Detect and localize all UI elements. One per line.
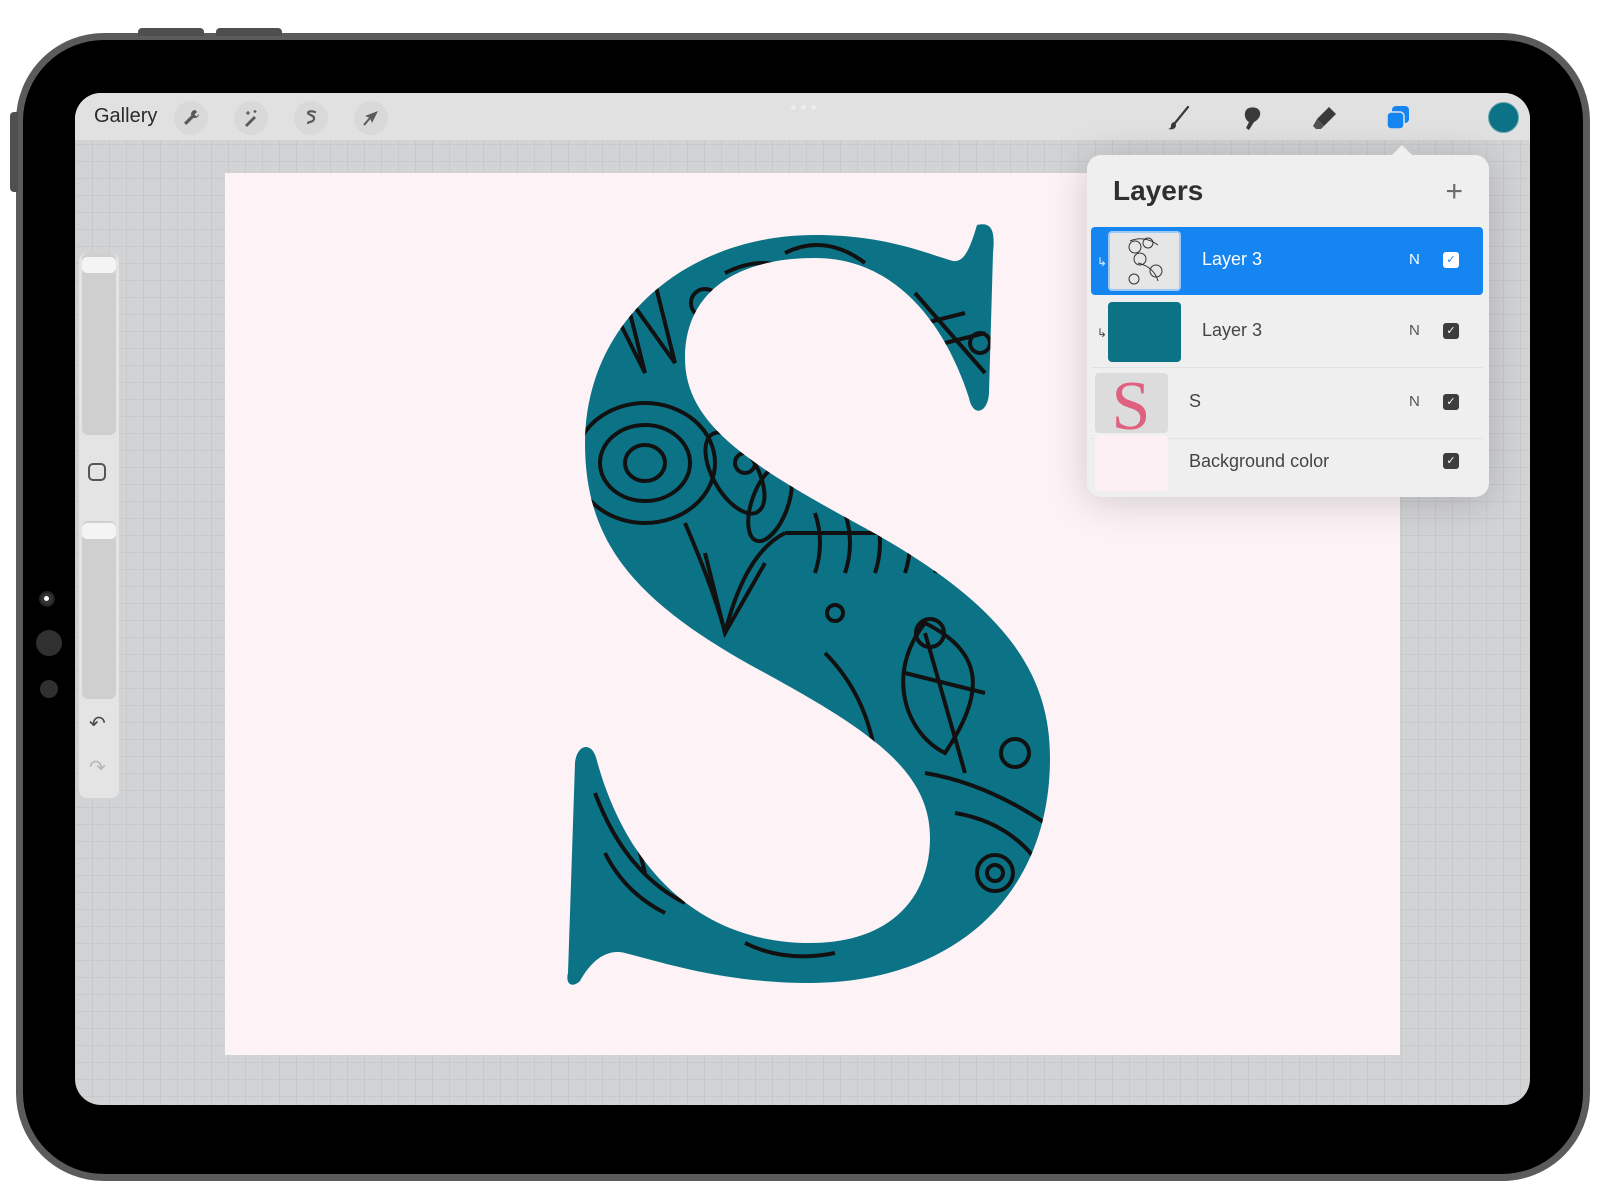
layer-row[interactable]: S S N ✓ (1091, 368, 1483, 445)
selection-button[interactable] (294, 101, 328, 135)
procreate-screen: Gallery ↶ ↷ Layers + ↳ Layer 3 N ✓ ↳ Lay… (75, 93, 1530, 1105)
top-toolbar: Gallery (75, 93, 1530, 140)
opacity-slider[interactable] (82, 521, 116, 699)
layer-row[interactable]: ↳ Layer 3 N ✓ (1091, 227, 1483, 295)
layer-thumbnail: S (1095, 368, 1168, 445)
layers-title: Layers (1113, 175, 1204, 206)
visibility-checkbox[interactable]: ✓ (1443, 453, 1459, 469)
floral-thumbnail-icon (1128, 237, 1163, 285)
visibility-checkbox[interactable]: ✓ (1443, 394, 1459, 410)
redo-button[interactable]: ↷ (89, 755, 106, 780)
undo-button[interactable]: ↶ (89, 711, 106, 736)
arrow-cursor-icon (363, 111, 378, 126)
pink-s-thumbnail-icon: S (1112, 368, 1151, 445)
actions-button[interactable] (174, 101, 208, 135)
layer-name: Background color (1189, 451, 1330, 471)
eraser-tool-button[interactable] (1308, 101, 1342, 135)
layer-row[interactable]: Background color ✓ (1091, 433, 1483, 495)
add-layer-button[interactable]: + (1445, 177, 1463, 207)
gallery-button[interactable]: Gallery (94, 105, 157, 128)
svg-text:S: S (1112, 373, 1151, 433)
brush-icon (1168, 105, 1190, 130)
layers-panel: Layers + ↳ Layer 3 N ✓ ↳ Layer 3 N ✓ S S… (1087, 145, 1489, 497)
layer-row[interactable]: ↳ Layer 3 N ✓ (1091, 298, 1483, 368)
layer-thumbnail (1108, 302, 1181, 362)
visibility-checkbox[interactable]: ✓ (1443, 323, 1459, 339)
eraser-icon (1313, 107, 1336, 129)
clipping-mask-icon: ↳ (1097, 326, 1108, 340)
selection-s-icon (306, 110, 317, 125)
layer-thumbnail (1108, 231, 1181, 291)
front-camera (41, 593, 53, 605)
brush-tool-button[interactable] (1162, 101, 1196, 135)
layer-name: Layer 3 (1202, 249, 1263, 269)
visibility-checkbox[interactable]: ✓ (1443, 252, 1459, 268)
smudge-tool-button[interactable] (1235, 101, 1269, 135)
color-picker-button[interactable] (1488, 102, 1519, 133)
blend-mode-button[interactable]: N (1409, 322, 1420, 339)
sensor (36, 630, 62, 656)
layers-icon (1386, 106, 1409, 130)
left-sidebar: ↶ ↷ (79, 253, 119, 798)
clipping-mask-icon: ↳ (1097, 255, 1108, 269)
divider (1091, 367, 1483, 368)
blend-mode-button[interactable]: N (1409, 393, 1420, 410)
opacity-handle[interactable] (82, 523, 116, 539)
volume-button (138, 28, 204, 36)
volume-button (216, 28, 282, 36)
transform-button[interactable] (354, 101, 388, 135)
layer-name: Layer 3 (1202, 320, 1263, 340)
adjustments-button[interactable] (234, 101, 268, 135)
power-button (10, 112, 18, 192)
modify-button[interactable] (88, 463, 106, 481)
layer-name: S (1189, 391, 1202, 411)
brush-size-slider[interactable] (82, 253, 116, 435)
brush-size-handle[interactable] (82, 257, 116, 273)
sensor (40, 680, 58, 698)
layer-thumbnail (1095, 435, 1168, 491)
magic-wand-icon (245, 110, 257, 127)
layers-tool-button[interactable] (1381, 101, 1415, 135)
smudge-finger-icon (1244, 107, 1261, 130)
blend-mode-button[interactable]: N (1409, 251, 1420, 268)
wrench-icon (184, 110, 199, 125)
drag-grip[interactable] (791, 105, 816, 110)
